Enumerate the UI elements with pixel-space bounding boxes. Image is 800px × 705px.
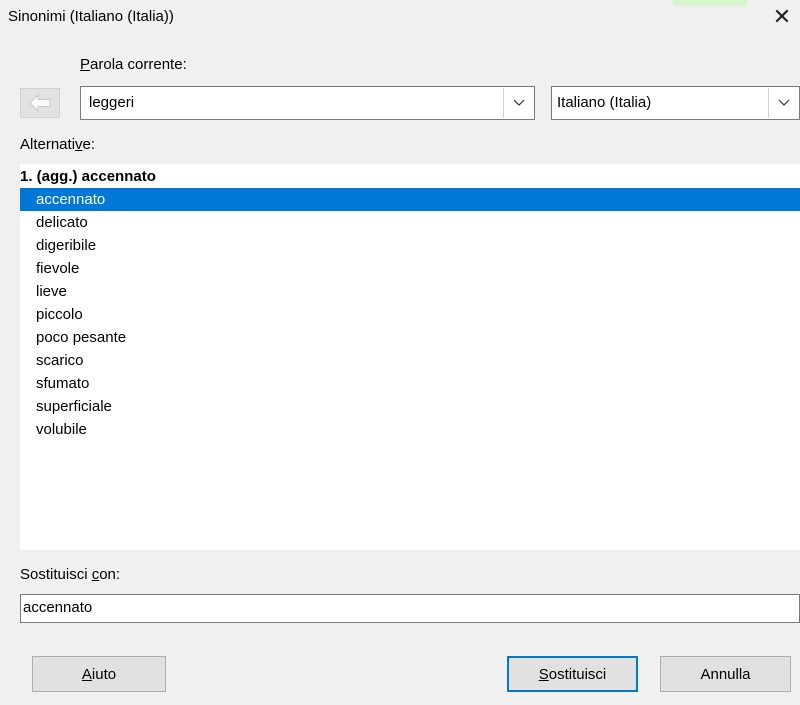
help-button-label: Aiuto [82,666,116,683]
alternative-item[interactable]: volubile [20,418,800,441]
alternative-item[interactable]: superficiale [20,395,800,418]
alternative-item[interactable]: digeribile [20,234,800,257]
arrow-left-icon [29,94,51,112]
language-dropdown-button[interactable] [768,88,798,118]
close-icon[interactable]: ✕ [764,4,800,32]
alternative-item[interactable]: scarico [20,349,800,372]
alternative-item[interactable]: delicato [20,211,800,234]
alternatives-list[interactable]: 1. (agg.) accennato accennato delicato dig… [20,164,800,550]
current-word-input[interactable]: leggeri [89,94,134,111]
replace-label-pre: Sostituisci [20,566,92,583]
replace-label-rest: ostituisci [548,665,607,683]
alternative-item[interactable]: sfumato [20,372,800,395]
help-button[interactable]: Aiuto [32,656,166,692]
help-label-rest: iuto [91,665,117,683]
replace-with-field[interactable]: accennato [20,594,800,623]
replace-button-label: Sostituisci [539,666,607,683]
current-word-dropdown-button[interactable] [503,88,533,118]
alternative-item[interactable]: piccolo [20,303,800,326]
alternative-item[interactable]: lieve [20,280,800,303]
window-top-highlight [673,0,747,6]
alternative-item[interactable]: accennato [20,188,800,211]
current-word-combobox[interactable]: leggeri [80,86,535,120]
replace-label: Sostituisci con: [20,566,120,583]
chevron-down-icon [778,99,789,106]
alternatives-label: Alternative: [20,136,95,153]
alternative-item[interactable]: poco pesante [20,326,800,349]
alternatives-items: accennato delicato digeribile fievole lieve p… [20,188,800,441]
window-title: Sinonimi (Italiano (Italia)) [8,8,174,25]
cancel-button-label: Annulla [700,665,751,683]
current-word-label: Parola corrente: [80,56,187,73]
alternative-item[interactable]: fievole [20,257,800,280]
replace-mnemonic: S [538,665,549,683]
replace-with-value[interactable]: accennato [23,599,92,616]
language-value: Italiano (Italia) [557,94,652,111]
alternatives-label-post: e: [82,136,96,153]
alternatives-label-pre: Alternati [20,136,76,153]
chevron-down-icon [513,99,524,106]
back-button[interactable] [20,88,60,118]
current-word-label-text: arola corrente: [90,56,187,73]
help-mnemonic: A [81,665,92,683]
replace-button[interactable]: Sostituisci [507,656,638,692]
meaning-header[interactable]: 1. (agg.) accennato [20,168,156,185]
replace-label-post: on: [99,566,121,583]
current-word-label-mnemonic: P [80,56,91,73]
language-select[interactable]: Italiano (Italia) [551,86,800,120]
cancel-button[interactable]: Annulla [660,656,791,692]
alternatives-label-mnemonic: v [75,136,83,153]
